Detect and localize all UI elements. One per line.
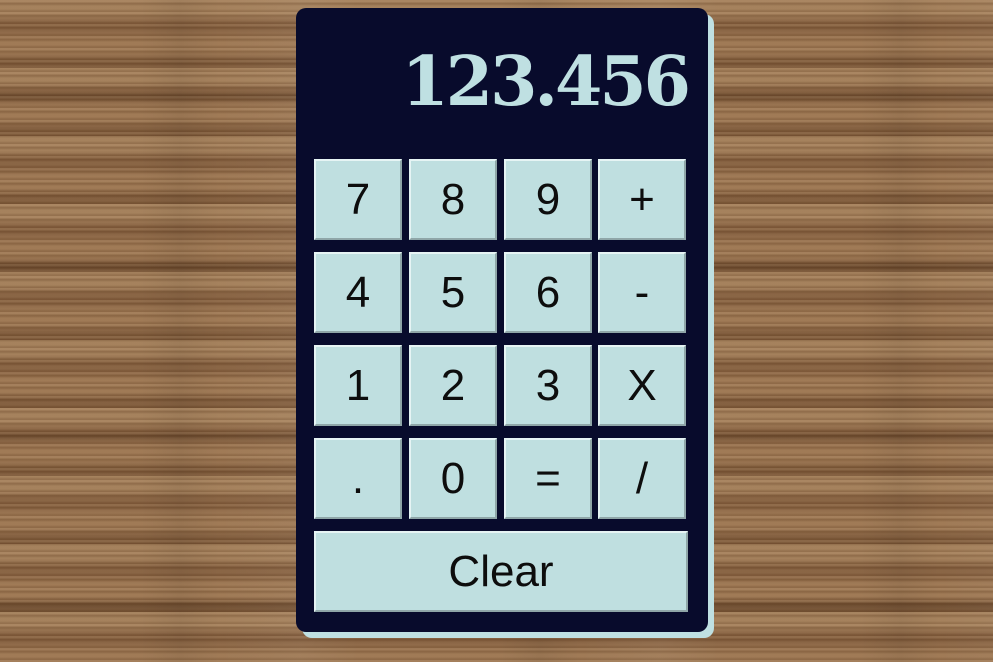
key-0[interactable]: 0: [409, 438, 497, 519]
calculator-display: 123.456: [401, 42, 691, 122]
key-minus[interactable]: -: [598, 252, 686, 333]
key-3[interactable]: 3: [504, 345, 592, 426]
key-multiply[interactable]: X: [598, 345, 686, 426]
key-4[interactable]: 4: [314, 252, 402, 333]
key-5[interactable]: 5: [409, 252, 497, 333]
calculator: 123.456 7 8 9 + 4 5 6 - 1 2 3 X . 0 = / …: [296, 8, 708, 632]
key-9[interactable]: 9: [504, 159, 592, 240]
key-plus[interactable]: +: [598, 159, 686, 240]
key-divide[interactable]: /: [598, 438, 686, 519]
key-7[interactable]: 7: [314, 159, 402, 240]
key-equals[interactable]: =: [504, 438, 592, 519]
key-decimal[interactable]: .: [314, 438, 402, 519]
key-2[interactable]: 2: [409, 345, 497, 426]
key-1[interactable]: 1: [314, 345, 402, 426]
key-6[interactable]: 6: [504, 252, 592, 333]
clear-button[interactable]: Clear: [314, 531, 688, 612]
key-8[interactable]: 8: [409, 159, 497, 240]
